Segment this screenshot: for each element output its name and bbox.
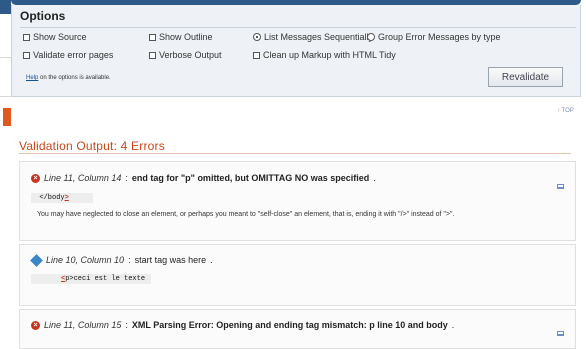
validation-output-title: Validation Output: 4 Errors xyxy=(19,139,165,153)
show-source-label: Show Source xyxy=(33,32,87,42)
help-link[interactable]: Help xyxy=(26,75,38,81)
checkbox-box[interactable] xyxy=(23,51,30,59)
clean-up-markup-label: Clean up Markup with HTML Tidy xyxy=(263,50,396,60)
verbose-output-label: Verbose Output xyxy=(159,50,222,60)
clean-up-markup-checkbox[interactable]: Clean up Markup with HTML Tidy xyxy=(253,50,396,60)
top-link[interactable]: ↑ TOP xyxy=(557,108,574,114)
mail-feedback-icon[interactable] xyxy=(557,184,564,189)
error-icon: × xyxy=(31,173,40,183)
message-location: Line 11, Column 14 xyxy=(44,173,122,183)
radio-selected[interactable] xyxy=(253,33,261,41)
message-header: × Line 11, Column 14: end tag for "p" om… xyxy=(31,173,376,183)
validate-error-pages-label: Validate error pages xyxy=(33,50,114,60)
show-outline-label: Show Outline xyxy=(159,32,213,42)
checkbox-box[interactable] xyxy=(23,33,30,41)
verbose-output-checkbox[interactable]: Verbose Output xyxy=(149,50,222,60)
source-excerpt: < p>ceci est le texte xyxy=(31,274,151,284)
error-icon: × xyxy=(31,320,40,330)
source-excerpt: </body > xyxy=(31,193,93,203)
options-panel: Options Show Source Show Outline List Me… xyxy=(11,5,581,97)
revalidate-button[interactable]: Revalidate xyxy=(488,67,563,87)
validate-error-pages-checkbox[interactable]: Validate error pages xyxy=(23,50,113,60)
list-sequentially-label: List Messages Sequentially xyxy=(264,32,374,42)
message-text: XML Parsing Error: Opening and ending ta… xyxy=(131,320,448,330)
mail-feedback-icon[interactable] xyxy=(557,331,564,336)
validation-message: × Line 11, Column 14: end tag for "p" om… xyxy=(19,161,576,241)
group-by-type-radio[interactable]: Group Error Messages by type xyxy=(367,32,501,42)
validation-message: Line 10, Column 10: start tag was here. … xyxy=(19,244,576,306)
error-marker: > xyxy=(64,194,69,202)
message-location: Line 11, Column 15 xyxy=(44,320,122,330)
list-sequentially-radio[interactable]: List Messages Sequentially xyxy=(253,32,373,42)
options-divider xyxy=(20,27,576,28)
message-header: × Line 11, Column 15: XML Parsing Error:… xyxy=(31,320,454,330)
group-by-type-label: Group Error Messages by type xyxy=(378,32,501,42)
checkbox-box[interactable] xyxy=(253,51,260,59)
help-suffix: on the options is available. xyxy=(38,75,111,81)
help-text: Help on the options is available. xyxy=(26,75,111,81)
message-location: Line 10, Column 10 xyxy=(46,255,125,265)
section-divider xyxy=(19,153,571,154)
info-icon xyxy=(30,253,43,267)
left-strip-rule xyxy=(0,96,11,97)
radio-unselected[interactable] xyxy=(367,33,375,41)
show-source-checkbox[interactable]: Show Source xyxy=(23,32,87,42)
left-strip-accent xyxy=(3,108,11,126)
message-text: end tag for "p" omitted, but OMITTAG NO … xyxy=(131,173,370,183)
validation-message: × Line 11, Column 15: XML Parsing Error:… xyxy=(19,309,576,349)
left-strip-top xyxy=(0,0,11,14)
left-strip-rule xyxy=(0,57,11,58)
checkbox-box[interactable] xyxy=(149,33,156,41)
checkbox-box[interactable] xyxy=(149,51,156,59)
error-explanation: You may have neglected to close an eleme… xyxy=(37,211,455,218)
options-title: Options xyxy=(20,9,66,23)
show-outline-checkbox[interactable]: Show Outline xyxy=(149,32,213,42)
left-sidebar-strip xyxy=(0,0,11,338)
message-text: start tag was here xyxy=(134,255,207,265)
message-header: Line 10, Column 10: start tag was here. xyxy=(30,253,213,267)
